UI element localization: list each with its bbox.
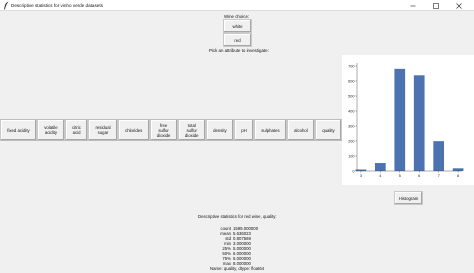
minimize-button[interactable] [404, 0, 422, 11]
statistics-table: count 1599.000000 mean 5.636023 std 0.807569 m… [214, 226, 258, 266]
attribute-button-label: total sulfur dioxide [184, 122, 199, 138]
attribute-button-label: free sulfur dioxide [156, 122, 171, 138]
x-tick-label: 5 [399, 174, 401, 178]
statistics-title: Descriptive statistics for red wine, qua… [198, 214, 277, 219]
attribute-button-fixed-acidity[interactable]: fixed acidity [0, 120, 37, 140]
maximize-button[interactable] [427, 0, 445, 11]
title-bar: Descriptive statistics for vinho verde d… [0, 0, 474, 11]
histogram-bar [452, 168, 464, 171]
statistics-footer: Name: quality, dtype: float64 [210, 266, 265, 271]
window-title: Descriptive statistics for vinho verde d… [11, 3, 103, 8]
attribute-button-volatile-acidity[interactable]: volatile acidity [36, 120, 65, 140]
attribute-button-ph[interactable]: pH [233, 120, 254, 140]
maximize-icon [433, 2, 439, 9]
attribute-button-label: citric acid [72, 125, 81, 135]
attribute-button-label: density [213, 127, 227, 133]
attribute-button-row: fixed acidity volatile acidity citric acid… [0, 119, 342, 141]
minimize-icon [410, 5, 416, 6]
attribute-button-alcohol[interactable]: alcohol [286, 120, 316, 140]
attribute-button-density[interactable]: density [205, 120, 234, 140]
attribute-button-label: chlorides [125, 127, 143, 133]
attribute-button-sulphates[interactable]: sulphates [253, 120, 287, 140]
attribute-prompt: Pick an attribute to investigate: [209, 48, 269, 53]
attribute-button-citric-acid[interactable]: citric acid [64, 120, 89, 140]
y-tick-label: 0 [352, 169, 354, 173]
red-wine-button[interactable]: red [223, 33, 252, 47]
attribute-button-label: pH [241, 127, 247, 133]
red-wine-label: red [234, 37, 241, 43]
attribute-button-residual-sugar[interactable]: residual sugar [88, 120, 118, 140]
y-tick-label: 600 [348, 79, 354, 83]
y-tick-label: 700 [348, 64, 354, 68]
attribute-button-label: sulphates [261, 127, 280, 133]
histogram-chart: 3 4 5 6 7 8 0 100 200 300 400 500 600 700 [342, 55, 474, 185]
white-wine-button[interactable]: white [223, 19, 252, 33]
histogram-bar [413, 75, 425, 171]
feather-app-icon [4, 1, 9, 10]
x-tick-label: 8 [457, 174, 459, 178]
attribute-button-label: fixed acidity [7, 127, 30, 133]
attribute-button-label: volatile acidity [44, 125, 58, 135]
y-tick-label: 300 [348, 124, 354, 128]
attribute-button-chlorides[interactable]: chlorides [117, 120, 150, 140]
histogram-svg: 3 4 5 6 7 8 0 100 200 300 400 500 600 700 [348, 63, 464, 178]
y-tick-label: 500 [348, 94, 354, 98]
attribute-button-quality[interactable]: quality [315, 120, 342, 140]
histogram-button-label: Histogram [398, 195, 419, 201]
attribute-button-total-sulfur-dioxide[interactable]: total sulfur dioxide [177, 120, 206, 140]
x-tick-label: 7 [438, 174, 440, 178]
histogram-bar [433, 141, 445, 171]
statistics-panel: Descriptive statistics for red wine, qua… [180, 214, 300, 271]
y-tick-label: 100 [348, 154, 354, 158]
white-wine-label: white [232, 23, 243, 29]
histogram-bar [374, 163, 386, 171]
attribute-button-label: alcohol [294, 127, 308, 133]
close-button[interactable] [450, 0, 468, 11]
attribute-button-free-sulfur-dioxide[interactable]: free sulfur dioxide [149, 120, 178, 140]
y-tick-label: 400 [348, 109, 354, 113]
histogram-button[interactable]: Histogram [394, 191, 423, 205]
close-icon [456, 2, 462, 9]
x-tick-label: 6 [418, 174, 420, 178]
y-tick-label: 200 [348, 139, 354, 143]
attribute-button-label: residual sugar [95, 125, 111, 135]
x-tick-label: 3 [360, 174, 362, 178]
histogram-bar [394, 68, 406, 171]
attribute-button-label: quality [322, 127, 335, 133]
x-tick-label: 4 [379, 174, 381, 178]
